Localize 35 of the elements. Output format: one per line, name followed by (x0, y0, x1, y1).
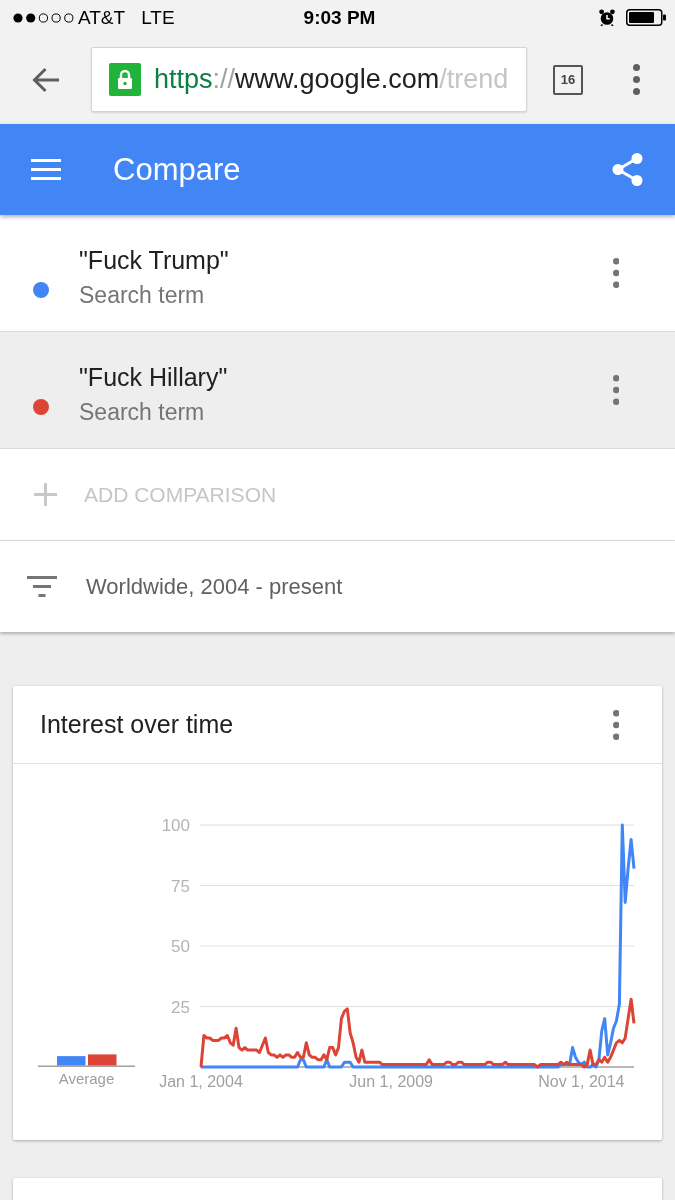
card-title: Interest over time (40, 710, 234, 739)
alarm-clock-icon (599, 9, 615, 26)
plus-icon (34, 483, 57, 506)
battery-icon (626, 9, 666, 26)
back-icon[interactable] (32, 66, 60, 93)
carrier-label: AT&T (78, 6, 126, 29)
clock-time: 9:03 PM (303, 6, 376, 29)
overflow-menu-icon[interactable] (612, 258, 619, 288)
y-axis-label: 50 (171, 937, 190, 956)
page-title: Compare (113, 151, 241, 188)
x-axis-label: Nov 1, 2014 (538, 1073, 625, 1090)
search-term-label: "Fuck Hillary" (79, 362, 228, 392)
overflow-menu-icon[interactable] (612, 375, 619, 405)
search-term-type: Search term (79, 281, 206, 310)
x-axis-label: Jan 1, 2004 (159, 1073, 243, 1090)
y-axis-label: 100 (161, 816, 190, 835)
tab-switcher-button[interactable]: 16 (553, 64, 583, 95)
address-bar[interactable]: https://www.google.com/trend (91, 47, 527, 112)
search-term-type: Search term (79, 398, 206, 427)
network-label: LTE (141, 6, 175, 29)
search-term-row[interactable]: "Fuck Trump" Search term (0, 215, 675, 332)
search-term-label: "Fuck Trump" (79, 245, 229, 275)
y-axis-label: 75 (171, 876, 190, 896)
menu-icon[interactable] (31, 159, 61, 180)
share-icon[interactable] (612, 153, 643, 186)
url-text: https://www.google.com/trend (154, 64, 509, 95)
filter-icon (27, 576, 57, 597)
overflow-menu-icon[interactable] (612, 709, 619, 740)
average-label: Average (58, 1070, 115, 1088)
lock-icon (109, 63, 141, 96)
overflow-menu-icon[interactable] (633, 64, 640, 95)
y-axis-label: 25 (171, 997, 190, 1017)
signal-strength-icon (13, 12, 74, 23)
filter-button[interactable]: Worldwide, 2004 - present (0, 541, 675, 632)
x-axis-label: Jun 1, 2009 (349, 1073, 433, 1090)
